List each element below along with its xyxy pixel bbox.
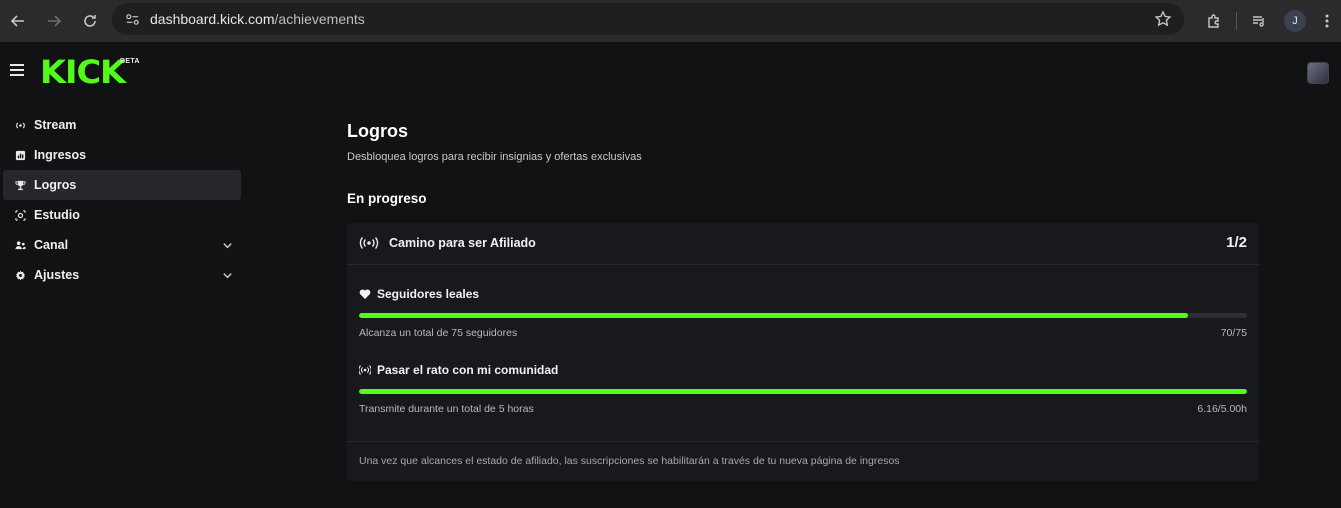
hamburger-menu-icon[interactable] (10, 64, 24, 76)
toolbar-divider (1236, 12, 1237, 30)
browser-toolbar: dashboard.kick.com/achievements J (0, 0, 1341, 42)
sidebar-item-canal[interactable]: Canal (3, 230, 241, 260)
heart-icon (359, 289, 371, 299)
sidebar-item-label: Canal (34, 238, 69, 252)
forward-button[interactable] (36, 3, 72, 39)
beta-badge: BETA (120, 58, 140, 65)
progress-bar (359, 389, 1247, 394)
task-description: Transmite durante un total de 5 horas (359, 403, 534, 415)
media-control-button[interactable] (1241, 3, 1277, 39)
broadcast-icon (359, 365, 371, 375)
sidebar: Stream Ingresos Logros Estudio Canal Aju… (0, 110, 244, 290)
sidebar-item-label: Logros (34, 178, 77, 192)
chevron-down-icon[interactable] (222, 270, 233, 281)
profile-avatar: J (1284, 10, 1306, 32)
url-text: dashboard.kick.com/achievements (150, 11, 365, 27)
kebab-menu-icon (1325, 14, 1329, 28)
achievement-card-header: Camino para ser Afiliado 1/2 (347, 223, 1259, 265)
reload-icon (84, 15, 96, 27)
extensions-button[interactable] (1196, 3, 1232, 39)
profile-button[interactable]: J (1277, 3, 1313, 39)
task-title: Pasar el rato con mi comunidad (377, 363, 559, 377)
progress-fill (359, 389, 1247, 394)
arrow-right-icon (48, 15, 62, 27)
sidebar-item-logros[interactable]: Logros (3, 170, 241, 200)
address-bar[interactable]: dashboard.kick.com/achievements (112, 3, 1184, 35)
achievement-title: Camino para ser Afiliado (389, 236, 536, 250)
playlist-icon (1253, 16, 1264, 27)
sidebar-item-label: Stream (34, 118, 77, 132)
sidebar-item-label: Ingresos (34, 148, 87, 162)
progress-bar (359, 313, 1247, 318)
sidebar-item-stream[interactable]: Stream (3, 110, 241, 140)
reload-button[interactable] (72, 3, 108, 39)
url-path: /achievements (274, 11, 365, 27)
footer-note: Una vez que alcances el estado de afilia… (359, 455, 900, 467)
task-progress-value: 6.16/5.00h (1197, 403, 1247, 415)
site-info-icon[interactable] (116, 3, 148, 35)
dollar-square-icon (8, 150, 32, 161)
page-subtitle: Desbloquea logros para recibir insignias… (347, 151, 642, 163)
users-icon (8, 240, 32, 251)
chevron-down-icon[interactable] (222, 240, 233, 251)
page-title: Logros (347, 121, 408, 141)
back-button[interactable] (0, 3, 36, 39)
achievement-count: 1/2 (1226, 234, 1247, 251)
browser-menu-button[interactable] (1313, 3, 1341, 39)
url-host: dashboard.kick.com (150, 11, 275, 27)
sidebar-item-label: Estudio (34, 208, 80, 222)
section-title: En progreso (347, 191, 427, 206)
gear-icon (8, 270, 32, 281)
broadcast-icon (8, 120, 32, 131)
task-description: Alcanza un total de 75 seguidores (359, 327, 518, 339)
puzzle-icon (1208, 14, 1219, 28)
task-title: Seguidores leales (377, 287, 480, 301)
sidebar-item-ajustes[interactable]: Ajustes (3, 260, 241, 290)
arrow-left-icon (10, 15, 24, 27)
camera-icon (8, 209, 32, 221)
app-header: KICK BETA (0, 42, 1341, 104)
sidebar-item-estudio[interactable]: Estudio (3, 200, 241, 230)
kick-logo[interactable]: KICK (40, 56, 126, 88)
sidebar-item-ingresos[interactable]: Ingresos (3, 140, 241, 170)
broadcast-icon (359, 237, 379, 249)
bookmark-star-icon[interactable] (1154, 10, 1172, 28)
achievement-card: Camino para ser Afiliado 1/2 Seguidores … (347, 223, 1259, 481)
trophy-icon (8, 180, 32, 191)
sidebar-item-label: Ajustes (34, 268, 80, 282)
progress-fill (359, 313, 1188, 318)
browser-actions: J (1196, 0, 1341, 42)
task-progress-value: 70/75 (1220, 327, 1247, 339)
achievement-card-footer: Una vez que alcances el estado de afilia… (347, 441, 1259, 481)
user-avatar[interactable] (1307, 62, 1329, 84)
